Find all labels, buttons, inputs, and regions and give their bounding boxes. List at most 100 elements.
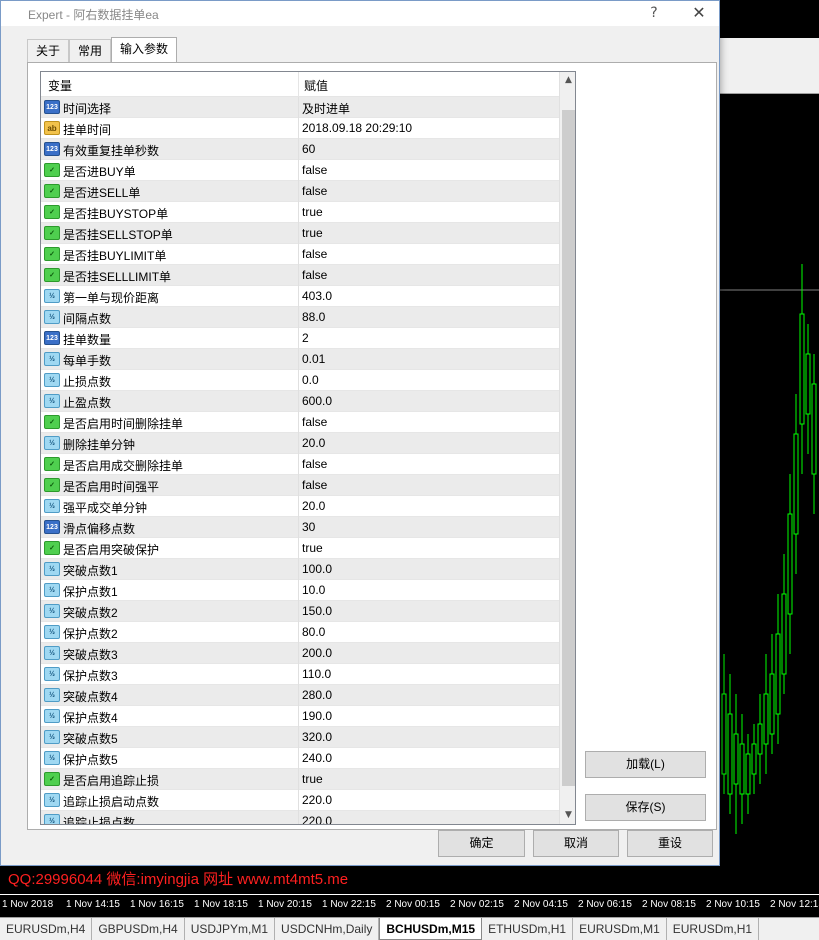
- parameter-value[interactable]: 2018.09.18 20:29:10: [302, 121, 412, 135]
- table-row[interactable]: ✓ 是否启用时间删除挂单 false: [41, 412, 559, 433]
- table-row[interactable]: ½ 保护点数2 80.0: [41, 622, 559, 643]
- parameter-value[interactable]: 200.0: [302, 646, 332, 660]
- table-row[interactable]: ½ 止盈点数 600.0: [41, 391, 559, 412]
- parameter-value[interactable]: 及时进单: [302, 100, 350, 117]
- table-row[interactable]: ✓ 是否进BUY单 false: [41, 160, 559, 181]
- parameter-value[interactable]: true: [302, 205, 323, 219]
- table-row[interactable]: ½ 间隔点数 88.0: [41, 307, 559, 328]
- symbol-tab[interactable]: EURUSDm,H4: [0, 918, 93, 940]
- symbol-tab[interactable]: ETHUSDm,H1: [482, 918, 574, 940]
- table-row[interactable]: ½ 突破点数2 150.0: [41, 601, 559, 622]
- help-button[interactable]: ?: [644, 3, 664, 23]
- table-row[interactable]: ✓ 是否挂BUYSTOP单 true: [41, 202, 559, 223]
- parameter-value[interactable]: 88.0: [302, 310, 325, 324]
- parameter-value[interactable]: false: [302, 268, 327, 282]
- column-separator[interactable]: [298, 72, 299, 97]
- table-row[interactable]: ½ 突破点数3 200.0: [41, 643, 559, 664]
- table-row[interactable]: ✓ 是否挂SELLLIMIT单 false: [41, 265, 559, 286]
- tab-about[interactable]: 关于: [27, 39, 70, 63]
- parameter-name: 突破点数1: [63, 564, 118, 578]
- parameter-value[interactable]: 30: [302, 520, 315, 534]
- table-row[interactable]: ✓ 是否挂SELLSTOP单 true: [41, 223, 559, 244]
- cancel-button[interactable]: 取消: [533, 830, 619, 857]
- parameter-value[interactable]: 60: [302, 142, 315, 156]
- parameter-value[interactable]: false: [302, 247, 327, 261]
- parameter-value[interactable]: 190.0: [302, 709, 332, 723]
- vertical-scrollbar[interactable]: ▲ ▼: [559, 72, 575, 824]
- column-header-variable[interactable]: 变量: [48, 77, 72, 94]
- symbol-tab[interactable]: USDCNHm,Daily: [275, 918, 380, 940]
- close-icon[interactable]: ✕: [688, 3, 710, 23]
- parameter-value[interactable]: 280.0: [302, 688, 332, 702]
- parameter-value[interactable]: true: [302, 772, 323, 786]
- parameter-value[interactable]: false: [302, 184, 327, 198]
- parameter-value[interactable]: 100.0: [302, 562, 332, 576]
- symbol-tab[interactable]: EURUSDm,M1: [573, 918, 667, 940]
- table-row[interactable]: ✓ 是否进SELL单 false: [41, 181, 559, 202]
- table-row[interactable]: ½ 保护点数5 240.0: [41, 748, 559, 769]
- table-row[interactable]: ✓ 是否启用突破保护 true: [41, 538, 559, 559]
- table-row[interactable]: ✓ 是否启用时间强平 false: [41, 475, 559, 496]
- table-row[interactable]: ½ 删除挂单分钟 20.0: [41, 433, 559, 454]
- parameter-value[interactable]: false: [302, 457, 327, 471]
- parameter-value[interactable]: 220.0: [302, 793, 332, 807]
- symbol-tab[interactable]: BCHUSDm,M15: [379, 918, 483, 940]
- table-row[interactable]: ½ 强平成交单分钟 20.0: [41, 496, 559, 517]
- table-row[interactable]: 123 滑点偏移点数 30: [41, 517, 559, 538]
- parameter-value[interactable]: 0.01: [302, 352, 325, 366]
- symbol-tab[interactable]: GBPUSDm,H4: [92, 918, 185, 940]
- scroll-up-icon[interactable]: ▲: [560, 72, 575, 89]
- parameter-value[interactable]: 110.0: [302, 667, 331, 681]
- scroll-down-icon[interactable]: ▼: [560, 807, 575, 824]
- table-row[interactable]: ½ 每单手数 0.01: [41, 349, 559, 370]
- candle-body: [799, 313, 805, 425]
- table-row[interactable]: 123 挂单数量 2: [41, 328, 559, 349]
- table-row[interactable]: ½ 止损点数 0.0: [41, 370, 559, 391]
- tab-common[interactable]: 常用: [69, 39, 112, 63]
- parameter-value[interactable]: false: [302, 163, 327, 177]
- table-row[interactable]: ½ 追踪止损点数 220.0: [41, 811, 559, 824]
- table-row[interactable]: ½ 突破点数4 280.0: [41, 685, 559, 706]
- parameter-value[interactable]: 10.0: [302, 583, 325, 597]
- table-row[interactable]: ½ 突破点数5 320.0: [41, 727, 559, 748]
- parameter-name: 突破点数3: [63, 648, 118, 662]
- table-row[interactable]: ✓ 是否启用追踪止损 true: [41, 769, 559, 790]
- parameter-value[interactable]: 220.0: [302, 814, 332, 824]
- parameter-value[interactable]: 80.0: [302, 625, 325, 639]
- symbol-tab[interactable]: EURUSDm,H1: [667, 918, 760, 940]
- parameter-value[interactable]: false: [302, 415, 327, 429]
- table-row[interactable]: ½ 保护点数3 110.0: [41, 664, 559, 685]
- table-row[interactable]: 123 有效重复挂单秒数 60: [41, 139, 559, 160]
- parameter-value[interactable]: false: [302, 478, 327, 492]
- parameter-value[interactable]: true: [302, 226, 323, 240]
- ok-button[interactable]: 确定: [438, 830, 525, 857]
- parameter-value[interactable]: 600.0: [302, 394, 332, 408]
- parameter-value[interactable]: 20.0: [302, 499, 325, 513]
- load-button[interactable]: 加载(L): [585, 751, 706, 778]
- tab-inputs[interactable]: 输入参数: [111, 37, 178, 63]
- parameter-value[interactable]: 240.0: [302, 751, 332, 765]
- parameter-value[interactable]: 2: [302, 331, 309, 345]
- time-axis-label: 2 Nov 08:15: [642, 899, 696, 910]
- table-row[interactable]: ½ 保护点数1 10.0: [41, 580, 559, 601]
- parameter-value[interactable]: 320.0: [302, 730, 332, 744]
- dialog-titlebar[interactable]: Expert - 阿右数据挂单ea ? ✕: [1, 1, 719, 26]
- table-row[interactable]: ✓ 是否启用成交删除挂单 false: [41, 454, 559, 475]
- parameter-value[interactable]: true: [302, 541, 323, 555]
- table-row[interactable]: ½ 保护点数4 190.0: [41, 706, 559, 727]
- parameter-value[interactable]: 150.0: [302, 604, 332, 618]
- parameter-value[interactable]: 20.0: [302, 436, 325, 450]
- table-row[interactable]: ½ 追踪止损启动点数 220.0: [41, 790, 559, 811]
- parameter-value[interactable]: 0.0: [302, 373, 319, 387]
- reset-button[interactable]: 重设: [627, 830, 713, 857]
- table-row[interactable]: ✓ 是否挂BUYLIMIT单 false: [41, 244, 559, 265]
- save-button[interactable]: 保存(S): [585, 794, 706, 821]
- symbol-tab[interactable]: USDJPYm,M1: [185, 918, 276, 940]
- parameter-value[interactable]: 403.0: [302, 289, 332, 303]
- table-row[interactable]: ½ 第一单与现价距离 403.0: [41, 286, 559, 307]
- table-row[interactable]: ab 挂单时间 2018.09.18 20:29:10: [41, 118, 559, 139]
- column-header-value[interactable]: 赋值: [304, 77, 328, 94]
- table-row[interactable]: 123 时间选择 及时进单: [41, 97, 559, 118]
- table-row[interactable]: ½ 突破点数1 100.0: [41, 559, 559, 580]
- scroll-thumb[interactable]: [562, 110, 575, 786]
